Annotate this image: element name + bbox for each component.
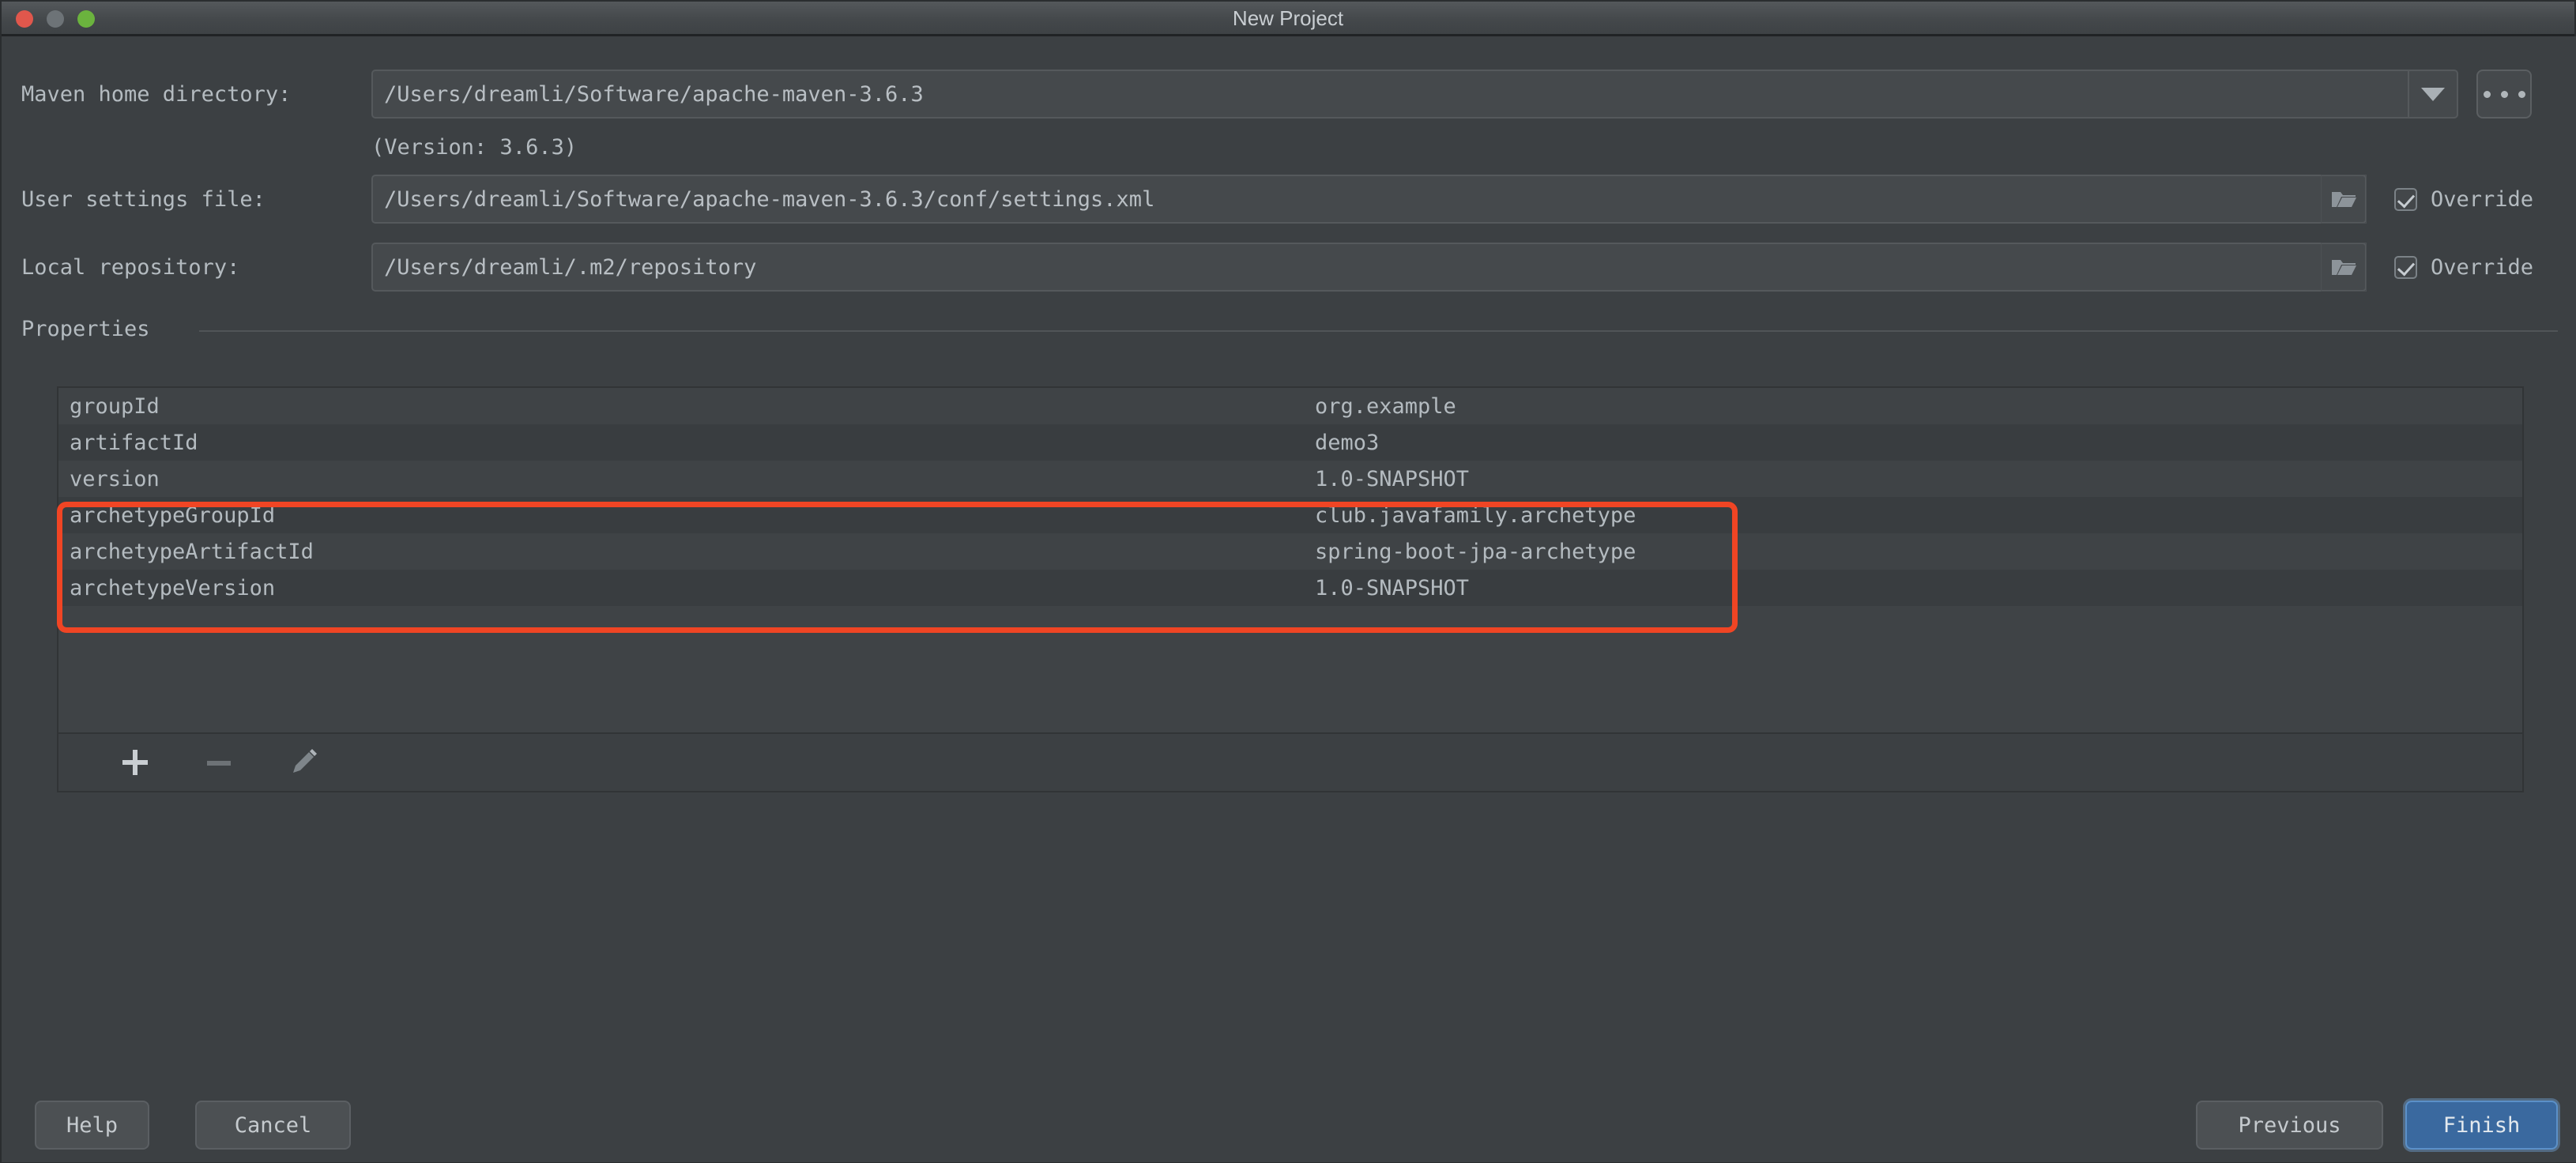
property-key: archetypeGroupId xyxy=(70,502,276,528)
help-button[interactable]: Help xyxy=(35,1101,149,1150)
table-row[interactable]: version 1.0-SNAPSHOT xyxy=(58,461,2522,497)
user-settings-input[interactable]: /Users/dreamli/Software/apache-maven-3.6… xyxy=(371,175,2367,224)
maven-home-value: /Users/dreamli/Software/apache-maven-3.6… xyxy=(384,81,924,107)
local-repository-browse-button[interactable] xyxy=(2321,243,2367,292)
property-value: demo3 xyxy=(1315,430,1380,455)
property-key: archetypeVersion xyxy=(70,575,276,600)
ellipsis-dot-icon xyxy=(2500,90,2508,98)
table-row[interactable]: groupId org.example xyxy=(58,388,2522,424)
properties-table-toolbar xyxy=(57,734,2524,792)
table-row[interactable]: archetypeArtifactId spring-boot-jpa-arch… xyxy=(58,533,2522,570)
table-row[interactable]: archetypeVersion 1.0-SNAPSHOT xyxy=(58,570,2522,606)
dialog-content: Maven home directory: /Users/dreamli/Sof… xyxy=(2,36,2576,1162)
add-property-icon[interactable] xyxy=(120,747,150,777)
local-repository-override-label: Override xyxy=(2431,255,2534,280)
local-repository-input[interactable]: /Users/dreamli/.m2/repository xyxy=(371,243,2367,292)
folder-icon xyxy=(2332,192,2356,207)
maven-home-label: Maven home directory: xyxy=(21,82,292,107)
folder-icon xyxy=(2332,260,2356,275)
table-row[interactable]: archetypeGroupId club.javafamily.archety… xyxy=(58,497,2522,533)
property-key: groupId xyxy=(70,393,160,419)
local-repository-value: /Users/dreamli/.m2/repository xyxy=(384,254,757,280)
cancel-button[interactable]: Cancel xyxy=(195,1101,351,1150)
ellipsis-dot-icon xyxy=(2483,90,2491,98)
chevron-down-icon[interactable] xyxy=(2408,71,2457,117)
property-value: 1.0-SNAPSHOT xyxy=(1315,575,1470,600)
user-settings-override-label: Override xyxy=(2431,187,2534,212)
title-bar: New Project xyxy=(2,2,2574,36)
new-project-dialog: New Project Maven home directory: /Users… xyxy=(0,0,2576,1163)
property-key: version xyxy=(70,466,160,491)
window-title: New Project xyxy=(1232,6,1344,30)
properties-section-label: Properties xyxy=(21,317,150,341)
property-value: club.javafamily.archetype xyxy=(1315,502,1636,528)
property-value: 1.0-SNAPSHOT xyxy=(1315,466,1470,491)
property-key: archetypeArtifactId xyxy=(70,539,314,564)
properties-table[interactable]: groupId org.example artifactId demo3 ver… xyxy=(57,386,2524,734)
user-settings-value: /Users/dreamli/Software/apache-maven-3.6… xyxy=(384,186,1155,212)
remove-property-icon xyxy=(204,747,234,777)
properties-section-divider xyxy=(199,330,2558,332)
user-settings-label: User settings file: xyxy=(21,187,266,212)
local-repository-override-checkbox[interactable]: Override xyxy=(2394,255,2533,280)
user-settings-override-checkbox[interactable]: Override xyxy=(2394,187,2533,212)
checkbox-checked-icon[interactable] xyxy=(2394,188,2417,211)
maven-home-combobox[interactable]: /Users/dreamli/Software/apache-maven-3.6… xyxy=(371,70,2458,119)
footer-divider xyxy=(2,1088,2576,1090)
ellipsis-dot-icon xyxy=(2518,90,2525,98)
checkbox-checked-icon[interactable] xyxy=(2394,256,2417,279)
property-value: org.example xyxy=(1315,393,1456,419)
finish-button[interactable]: Finish xyxy=(2405,1101,2558,1150)
property-key: artifactId xyxy=(70,430,198,455)
property-value: spring-boot-jpa-archetype xyxy=(1315,539,1636,564)
local-repository-label: Local repository: xyxy=(21,255,240,280)
user-settings-browse-button[interactable] xyxy=(2321,175,2367,224)
table-row[interactable]: artifactId demo3 xyxy=(58,424,2522,461)
maven-version-note: (Version: 3.6.3) xyxy=(371,135,578,160)
edit-property-icon[interactable] xyxy=(288,747,319,778)
maven-home-browse-button[interactable] xyxy=(2476,70,2532,119)
previous-button[interactable]: Previous xyxy=(2196,1101,2383,1150)
